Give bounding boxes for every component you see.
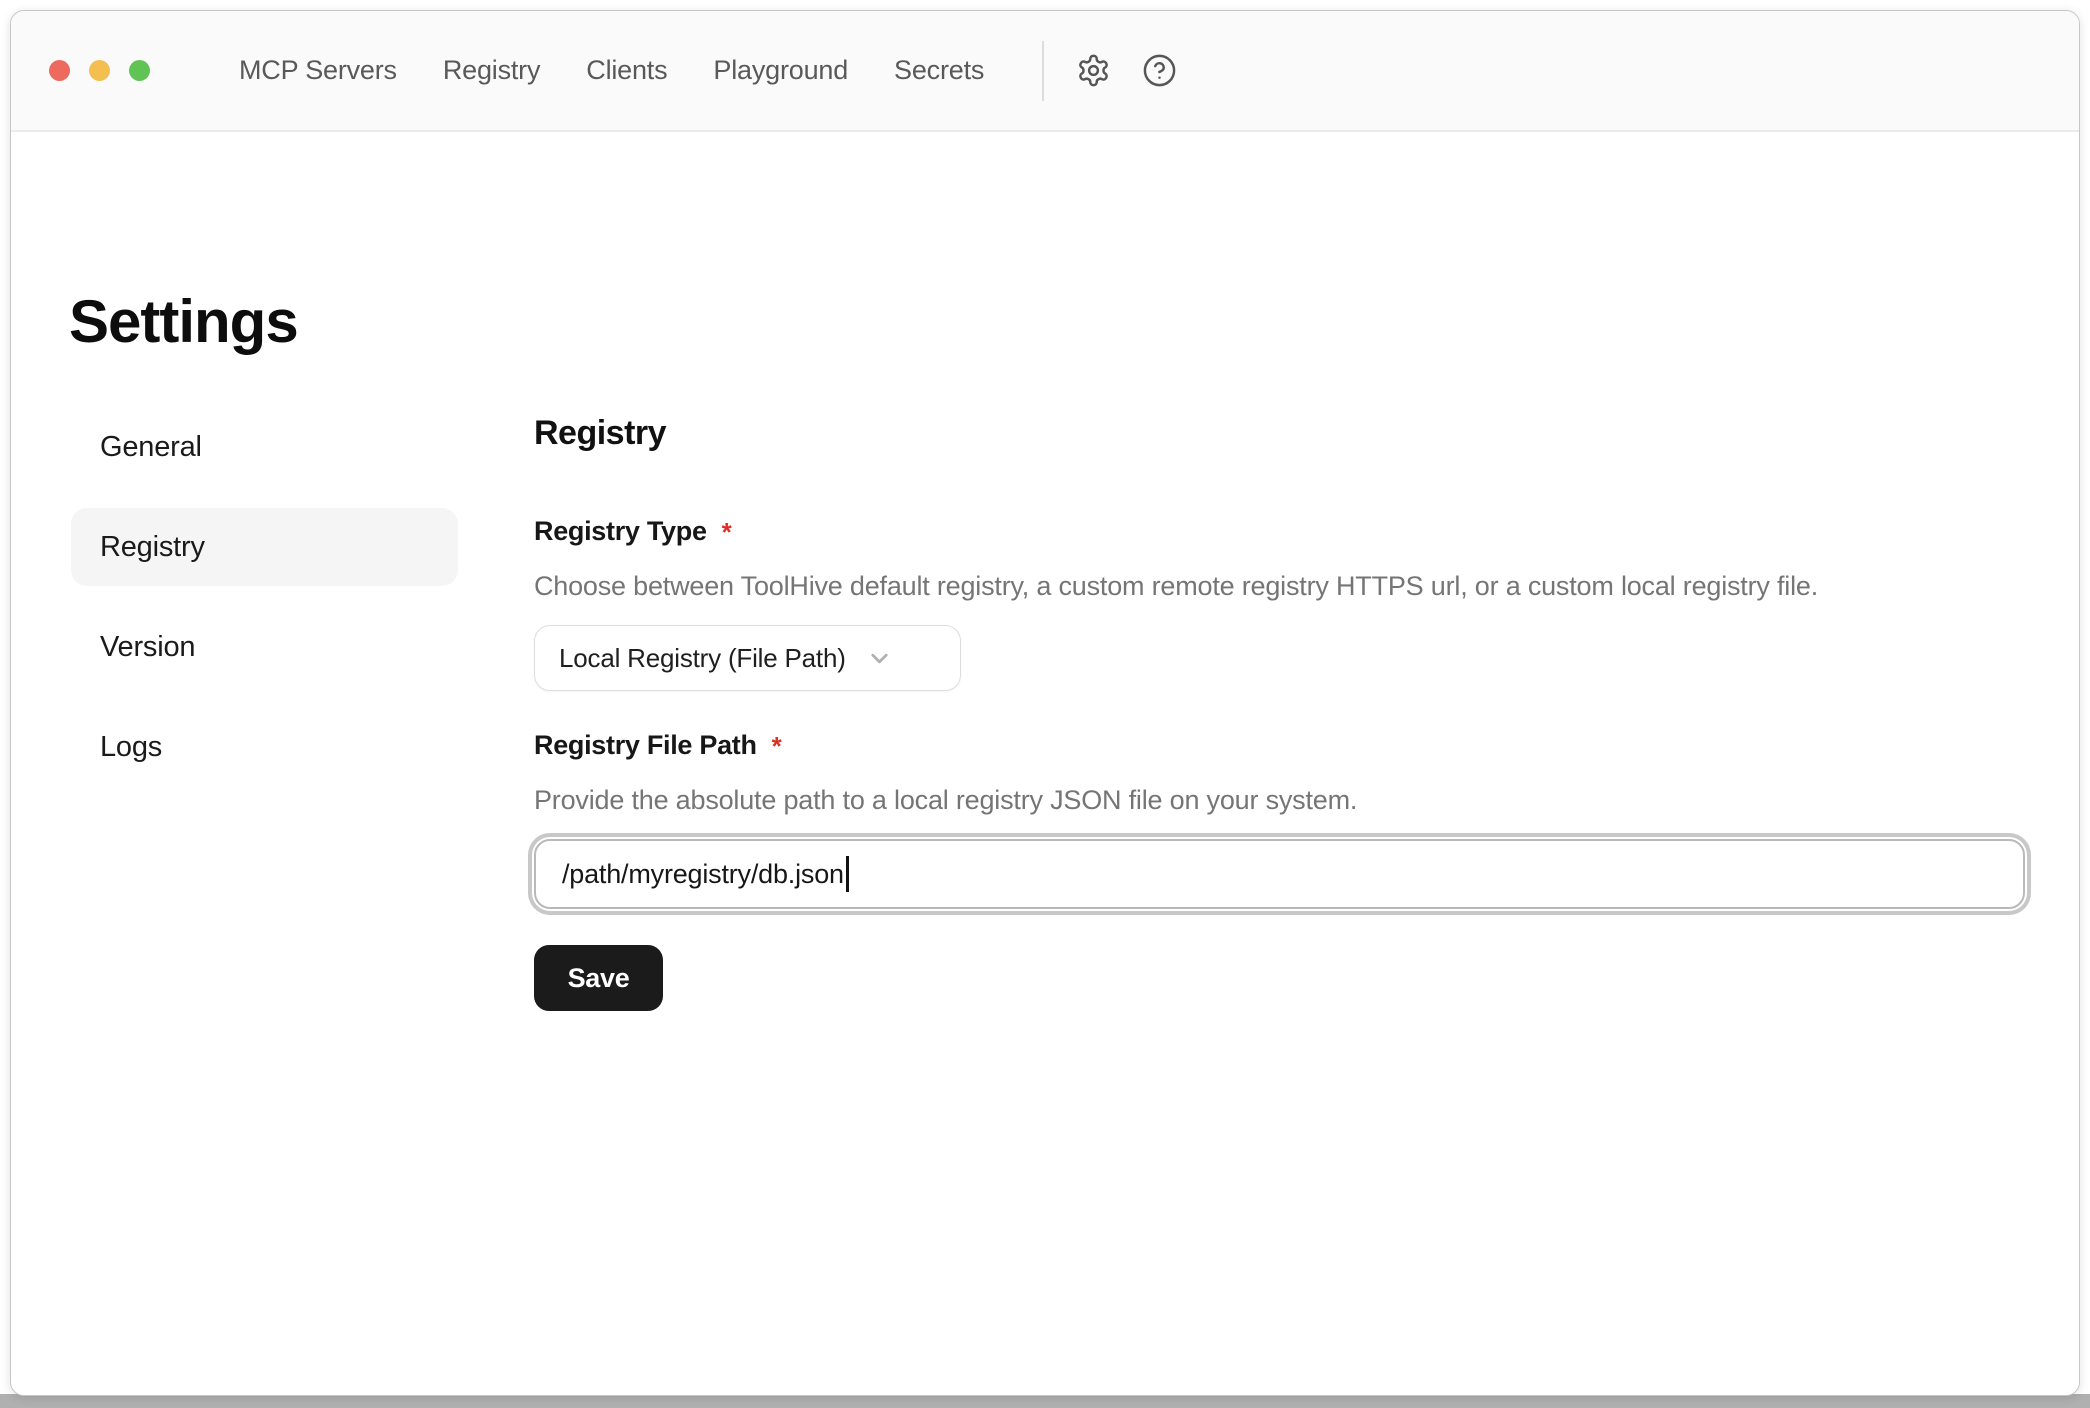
titlebar: MCP Servers Registry Clients Playground … [11,11,2079,132]
nav-item-mcp-servers[interactable]: MCP Servers [239,55,397,86]
save-button[interactable]: Save [534,945,663,1011]
registry-type-select[interactable]: Local Registry (File Path) [534,625,961,691]
desktop-edge-strip [0,1394,2090,1408]
zoom-window-button[interactable] [129,60,150,81]
minimize-window-button[interactable] [89,60,110,81]
nav-item-secrets[interactable]: Secrets [894,55,984,86]
text-caret [846,856,849,892]
chevron-down-icon [866,645,893,672]
main-nav: MCP Servers Registry Clients Playground … [239,55,984,86]
sidebar-item-logs[interactable]: Logs [71,708,458,786]
settings-sidebar: General Registry Version Logs [71,408,458,808]
required-asterisk: * [722,515,732,549]
nav-item-registry[interactable]: Registry [443,55,540,86]
page-title: Settings [69,290,298,353]
nav-item-clients[interactable]: Clients [586,55,667,86]
required-asterisk: * [772,729,782,763]
close-window-button[interactable] [49,60,70,81]
settings-page: Settings General Registry Version Logs R… [11,132,2079,1396]
registry-type-label: Registry Type * [534,514,2025,548]
app-window: MCP Servers Registry Clients Playground … [10,10,2080,1396]
section-heading: Registry [534,412,2025,454]
help-circle-icon[interactable] [1142,53,1177,88]
registry-type-description: Choose between ToolHive default registry… [534,568,2025,604]
registry-file-path-input[interactable]: /path/myregistry/db.json [534,839,2025,909]
registry-file-path-description: Provide the absolute path to a local reg… [534,782,2025,818]
sidebar-item-general[interactable]: General [71,408,458,486]
registry-file-path-label: Registry File Path * [534,728,2025,762]
topbar-icons [1076,53,1177,88]
sidebar-item-registry[interactable]: Registry [71,508,458,586]
registry-settings-panel: Registry Registry Type * Choose between … [534,412,2025,1011]
registry-file-path-value: /path/myregistry/db.json [562,859,844,890]
registry-type-label-text: Registry Type [534,514,707,548]
registry-type-selected-value: Local Registry (File Path) [559,643,846,674]
nav-item-playground[interactable]: Playground [713,55,848,86]
topbar-divider [1042,41,1044,101]
gear-icon[interactable] [1076,53,1111,88]
registry-file-path-label-text: Registry File Path [534,728,757,762]
window-controls [49,60,150,81]
sidebar-item-version[interactable]: Version [71,608,458,686]
